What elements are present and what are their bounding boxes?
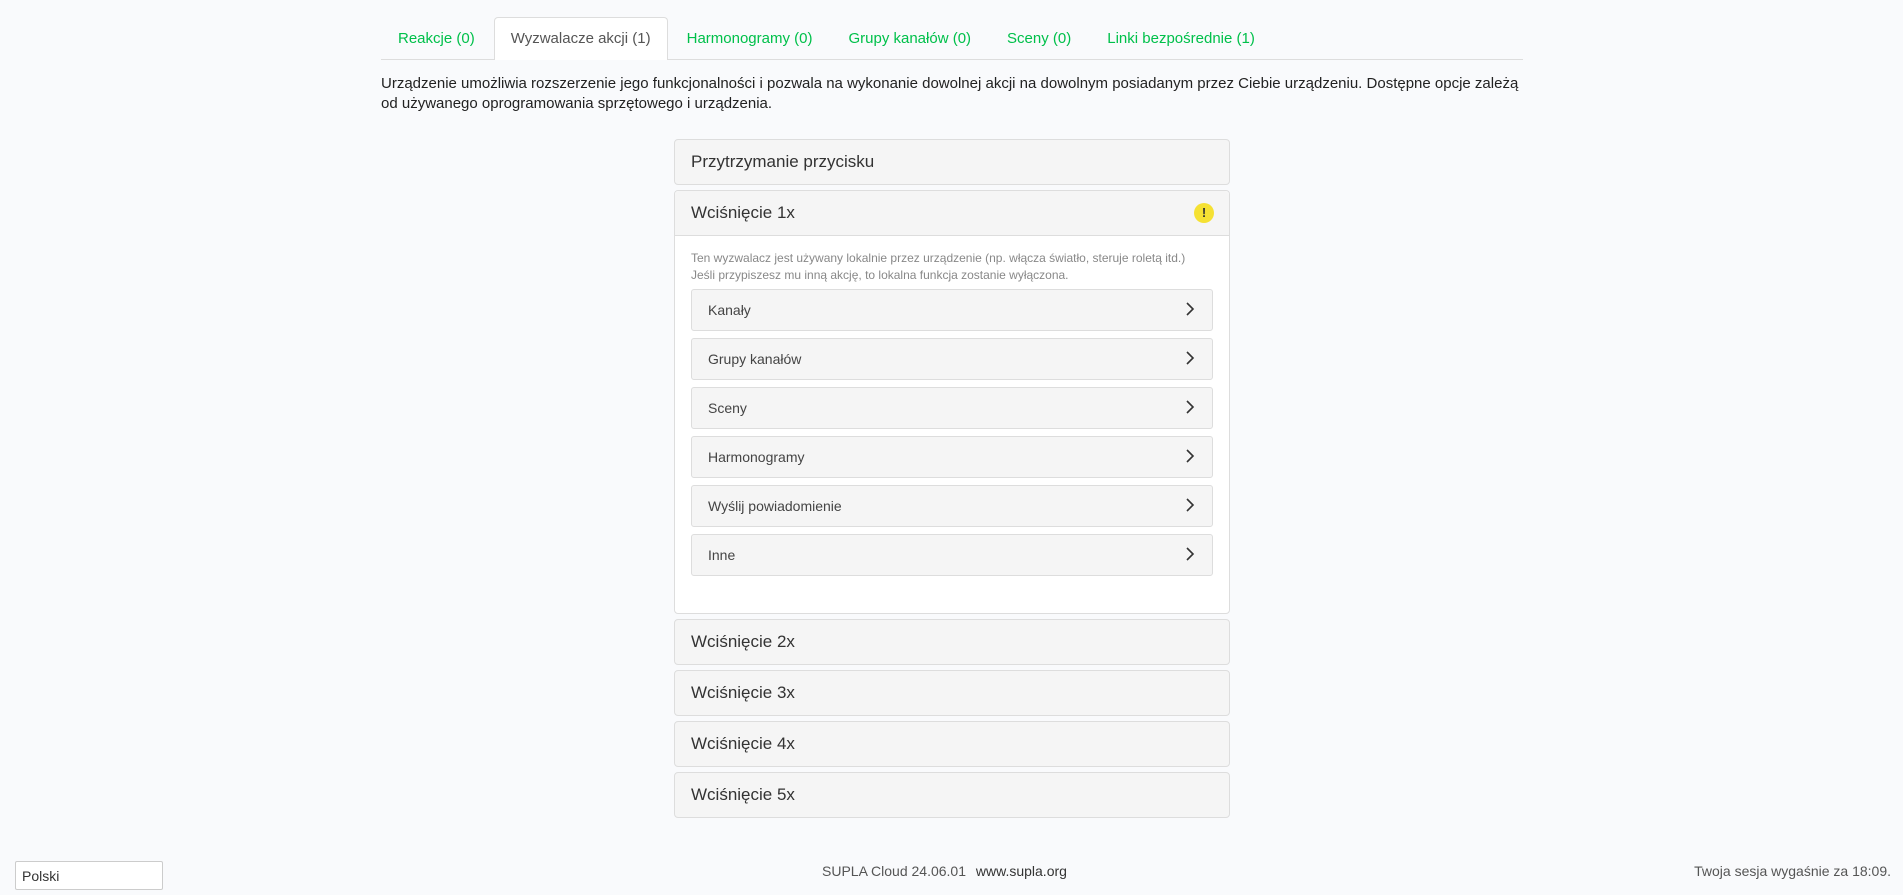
local-usage-note: Ten wyzwalacz jest używany lokalnie prze… <box>691 250 1213 284</box>
option-label: Wyślij powiadomienie <box>708 498 842 514</box>
panel-press-1x: Wciśnięcie 1x ! Ten wyzwalacz jest używa… <box>674 190 1230 614</box>
trigger-accordion: Przytrzymanie przycisku Wciśnięcie 1x ! … <box>674 139 1230 823</box>
description-text: Urządzenie umożliwia rozszerzenie jego f… <box>381 75 1519 112</box>
panel-press-5x: Wciśnięcie 5x <box>674 772 1230 818</box>
chevron-right-icon <box>1186 498 1195 512</box>
version-text: SUPLA Cloud 24.06.01 <box>822 863 966 879</box>
panel-title: Wciśnięcie 1x <box>691 203 795 222</box>
note-line-2: Jeśli przypiszesz mu inną akcję, to loka… <box>691 268 1069 282</box>
tab-action-triggers[interactable]: Wyzwalacze akcji (1) <box>493 17 668 60</box>
exclamation-icon: ! <box>1194 203 1214 223</box>
panel-header-hold[interactable]: Przytrzymanie przycisku <box>675 140 1229 184</box>
chevron-right-icon <box>1186 302 1195 316</box>
panel-hold: Przytrzymanie przycisku <box>674 139 1230 185</box>
tab-scenes[interactable]: Sceny (0) <box>990 17 1088 58</box>
tab-reactions[interactable]: Reakcje (0) <box>381 17 492 58</box>
tab-schedules[interactable]: Harmonogramy (0) <box>670 17 830 58</box>
chevron-right-icon <box>1186 449 1195 463</box>
panel-body-press-1x: Ten wyzwalacz jest używany lokalnie prze… <box>675 236 1229 613</box>
tab-bar: Reakcje (0) Wyzwalacze akcji (1) Harmono… <box>381 17 1523 60</box>
panel-header-press-5x[interactable]: Wciśnięcie 5x <box>675 773 1229 817</box>
session-timer: Twoja sesja wygaśnie za 18:09. <box>1694 863 1891 879</box>
panel-press-2x: Wciśnięcie 2x <box>674 619 1230 665</box>
chevron-right-icon <box>1186 547 1195 561</box>
option-channel-groups[interactable]: Grupy kanałów <box>691 338 1213 380</box>
chevron-right-icon <box>1186 351 1195 365</box>
note-line-1: Ten wyzwalacz jest używany lokalnie prze… <box>691 251 1186 265</box>
supla-link[interactable]: www.supla.org <box>976 863 1067 879</box>
option-scenes[interactable]: Sceny <box>691 387 1213 429</box>
option-label: Sceny <box>708 400 747 416</box>
chevron-right-icon <box>1186 400 1195 414</box>
option-channels[interactable]: Kanały <box>691 289 1213 331</box>
option-other[interactable]: Inne <box>691 534 1213 576</box>
option-label: Inne <box>708 547 736 563</box>
option-label: Grupy kanałów <box>708 351 802 367</box>
tab-channel-groups[interactable]: Grupy kanałów (0) <box>831 17 988 58</box>
option-label: Kanały <box>708 302 751 318</box>
panel-header-press-4x[interactable]: Wciśnięcie 4x <box>675 722 1229 766</box>
tab-direct-links[interactable]: Linki bezpośrednie (1) <box>1090 17 1272 58</box>
panel-header-press-2x[interactable]: Wciśnięcie 2x <box>675 620 1229 664</box>
panel-header-press-1x[interactable]: Wciśnięcie 1x ! <box>675 191 1229 236</box>
option-send-notification[interactable]: Wyślij powiadomienie <box>691 485 1213 527</box>
panel-press-4x: Wciśnięcie 4x <box>674 721 1230 767</box>
option-schedules[interactable]: Harmonogramy <box>691 436 1213 478</box>
panel-header-press-3x[interactable]: Wciśnięcie 3x <box>675 671 1229 715</box>
option-label: Harmonogramy <box>708 449 805 465</box>
language-select[interactable]: Polski <box>15 861 163 890</box>
footer-info: SUPLA Cloud 24.06.01 www.supla.org <box>822 861 1067 881</box>
panel-press-3x: Wciśnięcie 3x <box>674 670 1230 716</box>
